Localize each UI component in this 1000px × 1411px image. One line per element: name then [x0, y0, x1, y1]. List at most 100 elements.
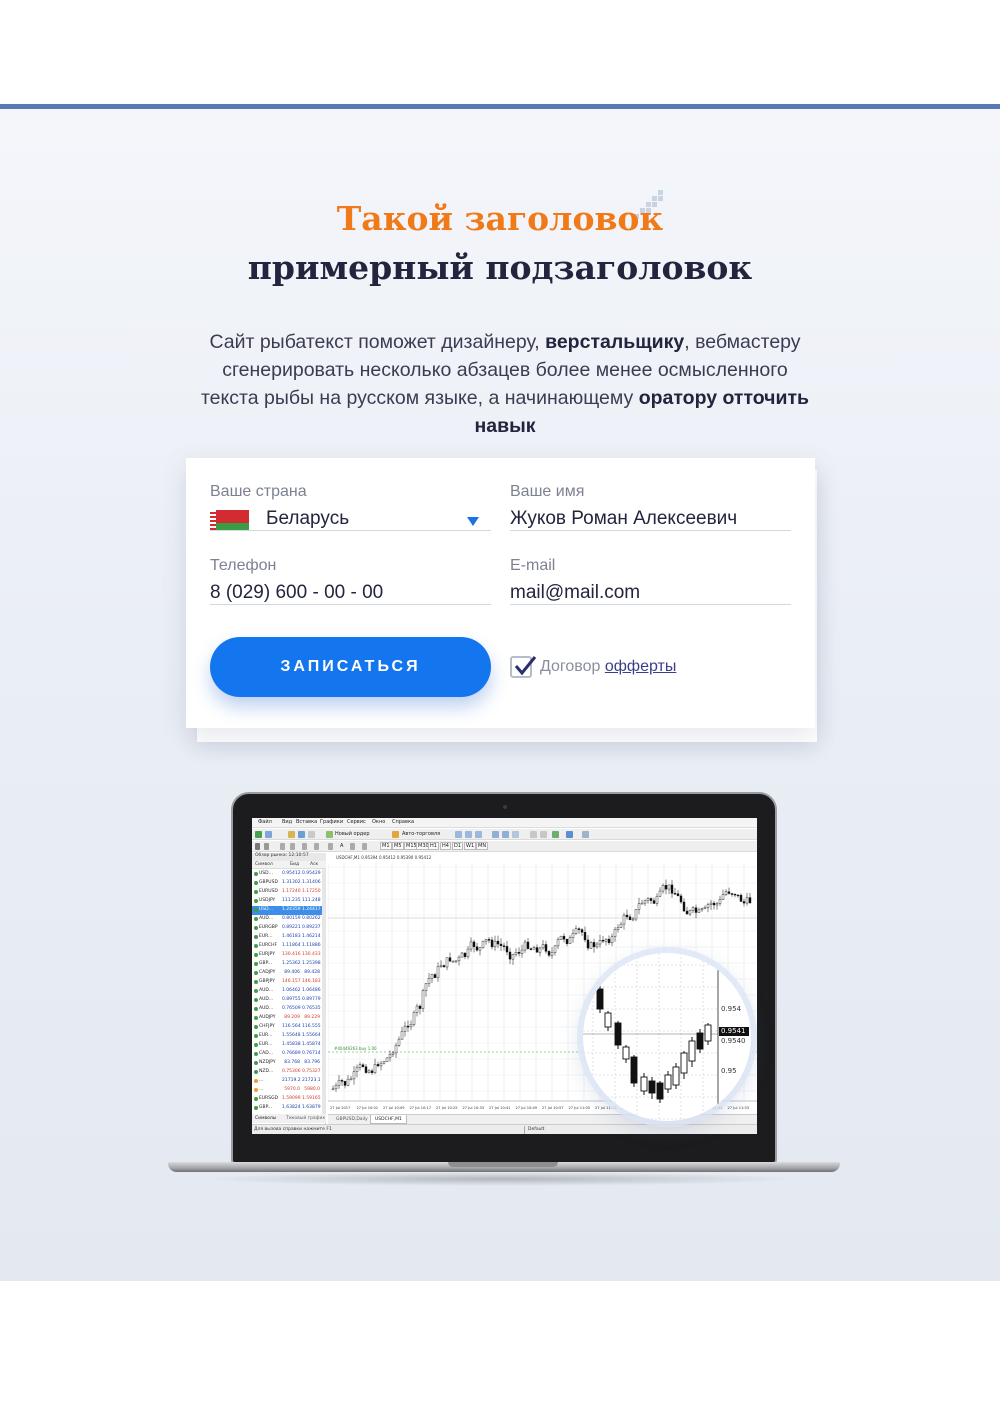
phone-field[interactable]: Телефон 8 (029) 600 - 00 - 00 [210, 557, 491, 605]
crosshair-icon[interactable] [264, 843, 269, 850]
bid-cell: 146.157 [282, 979, 301, 984]
timeframe-button[interactable]: M1 [380, 842, 392, 850]
timeframe-button[interactable]: D1 [452, 842, 464, 850]
table-row[interactable]: EURJPY 130.416 130.433 [252, 951, 322, 960]
autoscroll-icon[interactable] [530, 831, 537, 838]
navigator-icon[interactable] [288, 831, 295, 838]
symbol-icon [254, 881, 258, 885]
timeframe-button[interactable]: MN [476, 842, 489, 850]
tile-icon[interactable] [512, 831, 519, 838]
menu-item[interactable]: Вид [282, 819, 292, 825]
table-row[interactable]: ... 21719.2 21723.1 [252, 1077, 322, 1086]
table-row[interactable]: EURCHF 1.11864 1.11886 [252, 942, 322, 951]
menu-item[interactable]: Сервис [347, 819, 366, 825]
candle-body [382, 1061, 386, 1064]
table-row[interactable]: AUD... 0.76509 0.76535 [252, 1005, 322, 1014]
periods-icon[interactable] [566, 831, 573, 838]
tab-tick-chart[interactable]: Тиковый график [286, 1116, 325, 1121]
table-row[interactable]: AUD... 0.80159 0.80262 [252, 915, 322, 924]
menu-item[interactable]: Графики [320, 819, 343, 825]
shift-icon[interactable] [540, 831, 547, 838]
candle-body [694, 907, 698, 913]
table-row[interactable]: NZDJPY 83.768 83.796 [252, 1059, 322, 1068]
trendline-icon[interactable] [302, 843, 307, 850]
label-tool-icon[interactable] [350, 843, 355, 850]
timeframe-button[interactable]: W1 [464, 842, 477, 850]
cursor-icon[interactable] [255, 843, 260, 850]
table-row[interactable]: GBPUSD 1.31302 1.31406 [252, 879, 322, 888]
timeframe-button[interactable]: M5 [392, 842, 404, 850]
table-row[interactable]: EURGBP 0.89221 0.89237 [252, 924, 322, 933]
table-row[interactable]: GBPJPY 146.157 146.183 [252, 978, 322, 987]
submit-button[interactable]: ЗАПИСАТЬСЯ [210, 637, 491, 697]
table-row[interactable]: EURSGD 1.59099 1.59165 [252, 1095, 322, 1104]
zoom-out-icon[interactable] [502, 831, 509, 838]
table-row[interactable]: NZD... 0.75306 0.75327 [252, 1068, 322, 1077]
table-row[interactable]: USDJPY 111.235 111.248 [252, 897, 322, 906]
name-field[interactable]: Ваше имя Жуков Роман Алексеевич [510, 483, 791, 531]
candle-body [704, 1024, 712, 1042]
table-row[interactable]: CADJPY 89.406 89.428 [252, 969, 322, 978]
agree-checkbox[interactable] [510, 656, 537, 678]
symbol-icon [254, 1088, 258, 1092]
arrows-icon[interactable] [362, 843, 367, 850]
terminal-icon[interactable] [298, 831, 305, 838]
table-row[interactable]: AUDJPY 89.209 89.229 [252, 1014, 322, 1023]
new-chart-icon[interactable] [255, 831, 262, 838]
candle-body [672, 1066, 680, 1086]
profiles-icon[interactable] [265, 831, 272, 838]
table-row[interactable]: AUD... 1.06462 1.06486 [252, 987, 322, 996]
new-order-icon[interactable] [326, 831, 333, 838]
autotrading-icon[interactable] [392, 831, 399, 838]
bid-cell: 130.416 [282, 952, 301, 957]
zoom-in-icon[interactable] [492, 831, 499, 838]
menu-item[interactable]: Файл [258, 819, 272, 825]
table-row[interactable]: GBP... 1.25362 1.25398 [252, 960, 322, 969]
menu-item[interactable]: Справка [392, 819, 414, 825]
ask-cell: 1.25398 [302, 961, 321, 966]
bar-chart-icon[interactable] [455, 831, 462, 838]
chevron-down-icon[interactable] [467, 517, 479, 526]
bid-cell: 89.406 [284, 970, 300, 975]
table-row[interactable]: EURUSD 1.17240 1.17250 [252, 888, 322, 897]
templates-icon[interactable] [582, 831, 589, 838]
timeframe-button[interactable]: H1 [428, 842, 439, 850]
vline-icon[interactable] [280, 843, 285, 850]
autotrading-button[interactable]: Авто-торговля [402, 831, 440, 837]
tab-usdchf-m1[interactable]: USDCHF,M1 [370, 1115, 407, 1124]
tab-gbpusd-daily[interactable]: GBPUSD,Daily [336, 1117, 368, 1122]
table-row[interactable]: EUR... 1.55648 1.55664 [252, 1032, 322, 1041]
text-tool-icon[interactable]: A [340, 843, 343, 849]
table-row[interactable]: EUR... 1.46183 1.46214 [252, 933, 322, 942]
candle-body [559, 935, 563, 940]
table-row[interactable]: EUR... 1.45838 1.45874 [252, 1041, 322, 1050]
tester-icon[interactable] [308, 831, 315, 838]
candle-body [607, 938, 611, 944]
table-row[interactable]: USD... 0.95412 0.95429 [252, 870, 322, 879]
table-row[interactable]: ... 5970.0 5980.0 [252, 1086, 322, 1095]
table-row[interactable]: GBP... 1.63824 1.63879 [252, 1104, 322, 1113]
candle-chart-icon[interactable] [465, 831, 472, 838]
market-watch-header: Символ Бид Аск [252, 861, 326, 869]
country-select[interactable]: Ваше страна Беларусь [210, 483, 491, 531]
indicators-icon[interactable] [552, 831, 559, 838]
candle-body [502, 945, 506, 947]
table-row[interactable]: CHFJPY 116.564 116.555 [252, 1023, 322, 1032]
timeframe-button[interactable]: H4 [440, 842, 451, 850]
tab-symbols[interactable]: Символы [255, 1116, 276, 1121]
menu-item[interactable]: Вставка [296, 819, 317, 825]
offer-link[interactable]: офферты [605, 658, 677, 675]
new-order-button[interactable]: Новый ордер [335, 831, 370, 837]
line-chart-icon[interactable] [475, 831, 482, 838]
table-row[interactable]: USD... 1.24359 1.24417 [252, 906, 322, 915]
table-row[interactable]: CAD... 0.76689 0.76714 [252, 1050, 322, 1059]
hline-icon[interactable] [290, 843, 295, 850]
market-watch-scrollbar[interactable] [322, 869, 326, 1114]
table-row[interactable]: AUD... 0.89755 0.89779 [252, 996, 322, 1005]
email-field[interactable]: E-mail mail@mail.com [510, 557, 791, 605]
channel-icon[interactable] [314, 843, 319, 850]
fibo-icon[interactable] [328, 843, 333, 850]
ask-cell: 1.17250 [302, 889, 321, 894]
menu-item[interactable]: Окно [372, 819, 385, 825]
page-subtitle: примерный подзаголовок [247, 248, 753, 287]
